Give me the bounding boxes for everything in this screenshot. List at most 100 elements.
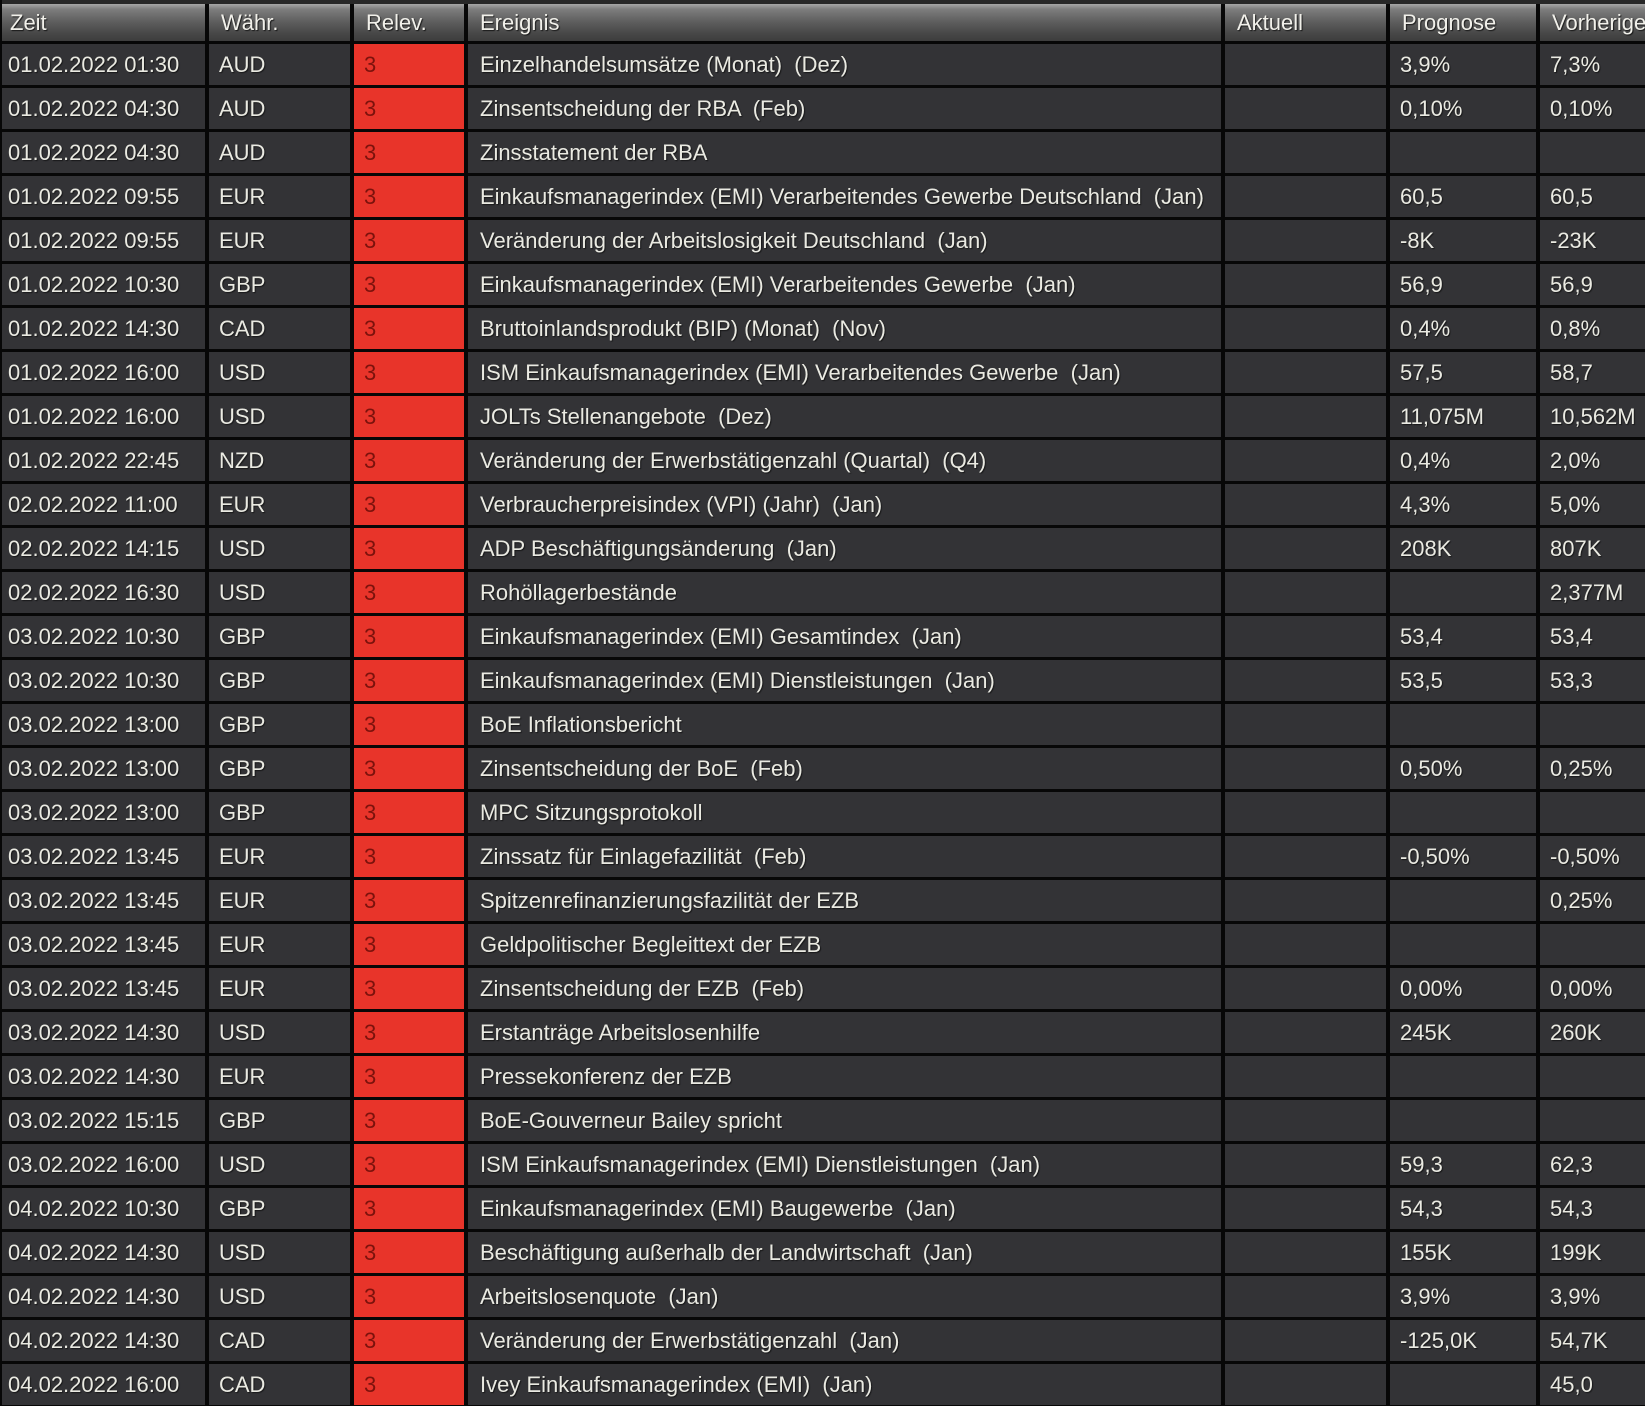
cell-zeit: 03.02.2022 16:00 <box>2 1144 209 1185</box>
cell-waehrung: EUR <box>209 968 354 1009</box>
cell-prognose: 3,9% <box>1390 44 1540 85</box>
cell-aktuell <box>1225 880 1390 921</box>
cell-prognose: 60,5 <box>1390 176 1540 217</box>
relevance-badge: 3 <box>354 1144 468 1185</box>
column-header-waehrung[interactable]: Währ. <box>209 4 354 41</box>
table-row[interactable]: 03.02.2022 13:00 GBP 3 MPC Sitzungsproto… <box>2 792 1645 836</box>
column-header-zeit[interactable]: Zeit <box>2 4 209 41</box>
cell-ereignis: Veränderung der Erwerbstätigenzahl (Jan) <box>468 1320 1225 1361</box>
table-row[interactable]: 02.02.2022 11:00 EUR 3 Verbraucherpreisi… <box>2 484 1645 528</box>
cell-aktuell <box>1225 44 1390 85</box>
table-row[interactable]: 04.02.2022 14:30 USD 3 Arbeitslosenquote… <box>2 1276 1645 1320</box>
cell-vorherige <box>1540 704 1645 745</box>
cell-zeit: 04.02.2022 16:00 <box>2 1364 209 1405</box>
table-row[interactable]: 03.02.2022 13:45 EUR 3 Geldpolitischer B… <box>2 924 1645 968</box>
table-row[interactable]: 03.02.2022 10:30 GBP 3 Einkaufsmanagerin… <box>2 660 1645 704</box>
cell-prognose <box>1390 572 1540 613</box>
cell-prognose: 0,00% <box>1390 968 1540 1009</box>
cell-waehrung: AUD <box>209 132 354 173</box>
table-row[interactable]: 03.02.2022 10:30 GBP 3 Einkaufsmanagerin… <box>2 616 1645 660</box>
table-row[interactable]: 01.02.2022 16:00 USD 3 JOLTs Stellenange… <box>2 396 1645 440</box>
table-row[interactable]: 03.02.2022 13:45 EUR 3 Spitzenrefinanzie… <box>2 880 1645 924</box>
cell-aktuell <box>1225 1144 1390 1185</box>
cell-ereignis: Einkaufsmanagerindex (EMI) Baugewerbe (J… <box>468 1188 1225 1229</box>
table-row[interactable]: 03.02.2022 13:00 GBP 3 Zinsentscheidung … <box>2 748 1645 792</box>
cell-zeit: 04.02.2022 10:30 <box>2 1188 209 1229</box>
cell-vorherige: 62,3 <box>1540 1144 1645 1185</box>
cell-ereignis: Veränderung der Erwerbstätigenzahl (Quar… <box>468 440 1225 481</box>
cell-aktuell <box>1225 352 1390 393</box>
column-header-ereignis[interactable]: Ereignis <box>468 4 1225 41</box>
table-row[interactable]: 01.02.2022 10:30 GBP 3 Einkaufsmanagerin… <box>2 264 1645 308</box>
relevance-badge: 3 <box>354 1276 468 1317</box>
table-row[interactable]: 01.02.2022 09:55 EUR 3 Einkaufsmanagerin… <box>2 176 1645 220</box>
relevance-badge: 3 <box>354 748 468 789</box>
cell-aktuell <box>1225 528 1390 569</box>
table-row[interactable]: 01.02.2022 01:30 AUD 3 Einzelhandelsumsä… <box>2 44 1645 88</box>
cell-vorherige <box>1540 792 1645 833</box>
cell-ereignis: Erstanträge Arbeitslosenhilfe <box>468 1012 1225 1053</box>
relevance-badge: 3 <box>354 176 468 217</box>
cell-zeit: 01.02.2022 22:45 <box>2 440 209 481</box>
column-header-prognose[interactable]: Prognose <box>1390 4 1540 41</box>
table-row[interactable]: 03.02.2022 13:45 EUR 3 Zinssatz für Einl… <box>2 836 1645 880</box>
relevance-badge: 3 <box>354 660 468 701</box>
cell-zeit: 01.02.2022 04:30 <box>2 88 209 129</box>
table-row[interactable]: 01.02.2022 16:00 USD 3 ISM Einkaufsmanag… <box>2 352 1645 396</box>
cell-aktuell <box>1225 968 1390 1009</box>
cell-vorherige: 7,3% <box>1540 44 1645 85</box>
table-row[interactable]: 03.02.2022 13:00 GBP 3 BoE Inflationsber… <box>2 704 1645 748</box>
cell-waehrung: NZD <box>209 440 354 481</box>
cell-waehrung: CAD <box>209 1364 354 1405</box>
cell-aktuell <box>1225 616 1390 657</box>
cell-zeit: 03.02.2022 13:45 <box>2 880 209 921</box>
cell-vorherige: 807K <box>1540 528 1645 569</box>
table-row[interactable]: 03.02.2022 14:30 USD 3 Erstanträge Arbei… <box>2 1012 1645 1056</box>
cell-vorherige: 54,3 <box>1540 1188 1645 1229</box>
table-row[interactable]: 03.02.2022 16:00 USD 3 ISM Einkaufsmanag… <box>2 1144 1645 1188</box>
cell-prognose <box>1390 704 1540 745</box>
cell-prognose: 53,4 <box>1390 616 1540 657</box>
cell-aktuell <box>1225 1100 1390 1141</box>
relevance-badge: 3 <box>354 836 468 877</box>
column-header-vorherige[interactable]: Vorherige <box>1540 4 1645 41</box>
cell-ereignis: ISM Einkaufsmanagerindex (EMI) Dienstlei… <box>468 1144 1225 1185</box>
relevance-badge: 3 <box>354 220 468 261</box>
table-row[interactable]: 04.02.2022 16:00 CAD 3 Ivey Einkaufsmana… <box>2 1364 1645 1406</box>
cell-ereignis: Einkaufsmanagerindex (EMI) Gesamtindex (… <box>468 616 1225 657</box>
column-header-aktuell[interactable]: Aktuell <box>1225 4 1390 41</box>
relevance-badge: 3 <box>354 880 468 921</box>
cell-waehrung: USD <box>209 1232 354 1273</box>
table-row[interactable]: 02.02.2022 16:30 USD 3 Rohöllagerbeständ… <box>2 572 1645 616</box>
cell-ereignis: Einkaufsmanagerindex (EMI) Verarbeitende… <box>468 176 1225 217</box>
cell-aktuell <box>1225 176 1390 217</box>
cell-vorherige: -0,50% <box>1540 836 1645 877</box>
cell-aktuell <box>1225 924 1390 965</box>
cell-aktuell <box>1225 836 1390 877</box>
table-row[interactable]: 03.02.2022 13:45 EUR 3 Zinsentscheidung … <box>2 968 1645 1012</box>
table-row[interactable]: 03.02.2022 14:30 EUR 3 Pressekonferenz d… <box>2 1056 1645 1100</box>
cell-prognose <box>1390 1056 1540 1097</box>
column-header-relevanz[interactable]: Relev. <box>354 4 468 41</box>
cell-ereignis: Pressekonferenz der EZB <box>468 1056 1225 1097</box>
cell-ereignis: Zinsentscheidung der EZB (Feb) <box>468 968 1225 1009</box>
cell-zeit: 03.02.2022 14:30 <box>2 1012 209 1053</box>
cell-prognose: -8K <box>1390 220 1540 261</box>
table-row[interactable]: 01.02.2022 22:45 NZD 3 Veränderung der E… <box>2 440 1645 484</box>
cell-zeit: 03.02.2022 15:15 <box>2 1100 209 1141</box>
cell-zeit: 03.02.2022 13:45 <box>2 836 209 877</box>
cell-waehrung: EUR <box>209 220 354 261</box>
cell-prognose: 155K <box>1390 1232 1540 1273</box>
table-row[interactable]: 01.02.2022 04:30 AUD 3 Zinsentscheidung … <box>2 88 1645 132</box>
relevance-badge: 3 <box>354 616 468 657</box>
relevance-badge: 3 <box>354 924 468 965</box>
table-row[interactable]: 04.02.2022 10:30 GBP 3 Einkaufsmanagerin… <box>2 1188 1645 1232</box>
table-row[interactable]: 04.02.2022 14:30 USD 3 Beschäftigung auß… <box>2 1232 1645 1276</box>
table-row[interactable]: 03.02.2022 15:15 GBP 3 BoE-Gouverneur Ba… <box>2 1100 1645 1144</box>
table-row[interactable]: 02.02.2022 14:15 USD 3 ADP Beschäftigung… <box>2 528 1645 572</box>
table-row[interactable]: 01.02.2022 04:30 AUD 3 Zinsstatement der… <box>2 132 1645 176</box>
table-row[interactable]: 01.02.2022 09:55 EUR 3 Veränderung der A… <box>2 220 1645 264</box>
cell-waehrung: GBP <box>209 1188 354 1229</box>
table-row[interactable]: 04.02.2022 14:30 CAD 3 Veränderung der E… <box>2 1320 1645 1364</box>
table-row[interactable]: 01.02.2022 14:30 CAD 3 Bruttoinlandsprod… <box>2 308 1645 352</box>
